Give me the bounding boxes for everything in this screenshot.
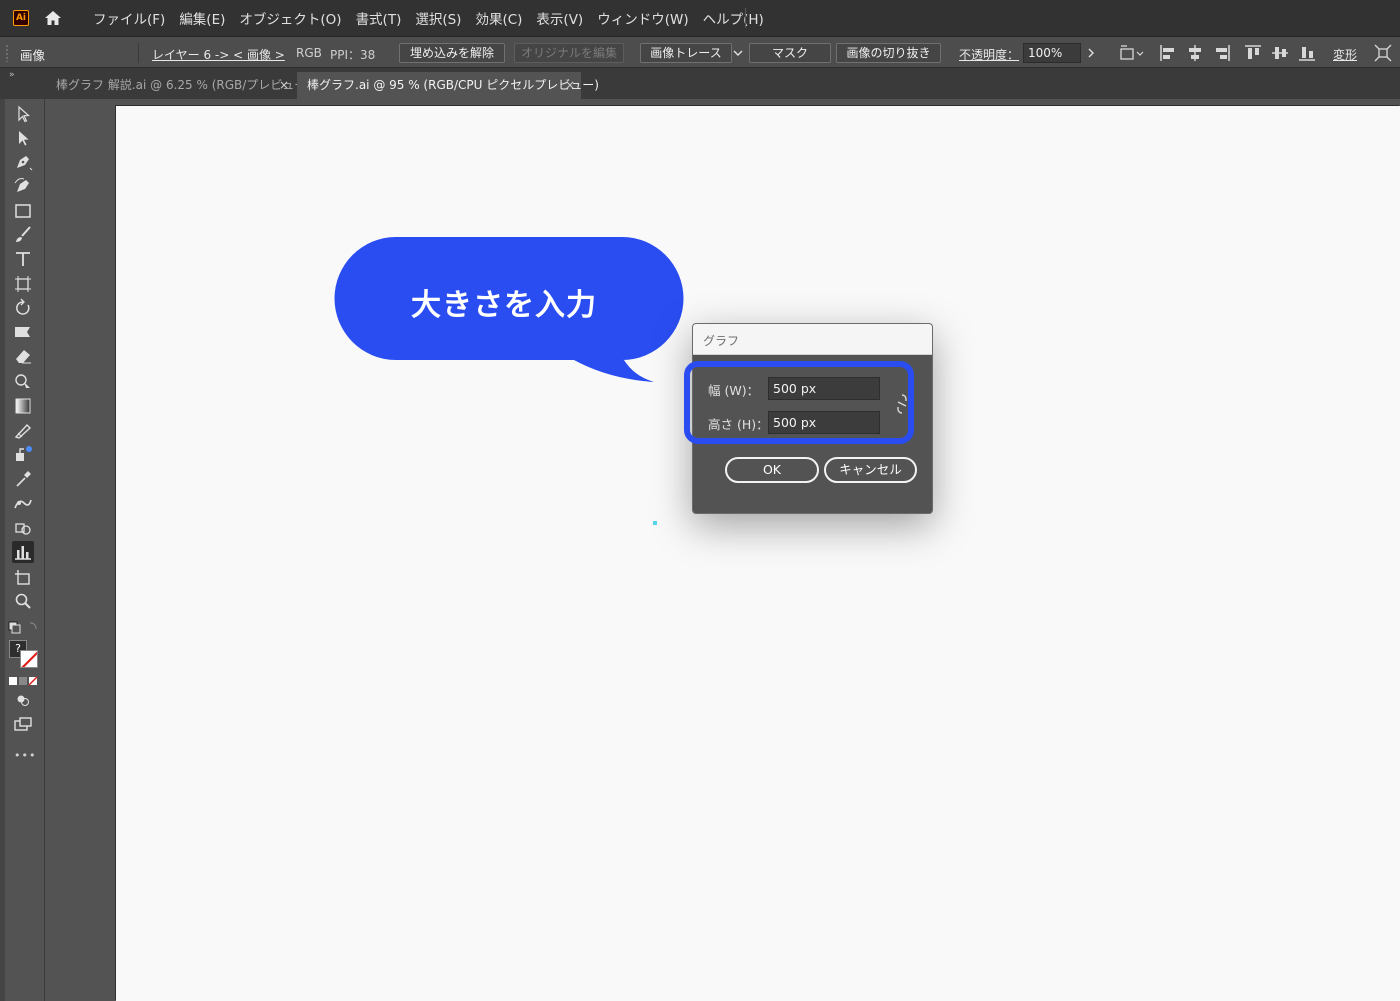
symbol-sprayer-tool-icon[interactable]: [12, 443, 34, 465]
color-mode-buttons[interactable]: [9, 675, 39, 686]
tools-panel: ? •••: [0, 99, 45, 1001]
direct-selection-tool-icon[interactable]: [12, 127, 34, 149]
align-bottom-icon[interactable]: [1298, 44, 1316, 62]
align-right-icon[interactable]: [1213, 44, 1231, 62]
align-left-icon[interactable]: [1159, 44, 1177, 62]
control-divider: [138, 43, 139, 63]
align-top-icon[interactable]: [1244, 44, 1262, 62]
dialog-title: グラフ: [703, 334, 740, 348]
rotate-tool-icon[interactable]: [12, 297, 34, 319]
close-icon[interactable]: ×: [565, 72, 575, 99]
close-icon[interactable]: ×: [279, 72, 289, 99]
image-trace-button[interactable]: 画像トレース: [640, 43, 732, 63]
fill-stroke-swatch[interactable]: ?: [9, 640, 39, 670]
menu-object[interactable]: オブジェクト(O): [239, 8, 341, 28]
selection-tool-icon[interactable]: [12, 103, 34, 125]
warp-tool-icon[interactable]: [12, 321, 34, 343]
menu-file[interactable]: ファイル(F): [93, 8, 165, 28]
puppet-warp-tool-icon[interactable]: [12, 492, 34, 514]
selection-type-label: 画像: [20, 48, 46, 63]
type-tool-icon[interactable]: [12, 248, 34, 270]
zoom-tool-icon[interactable]: [12, 590, 34, 612]
gradient-tool-icon[interactable]: [12, 395, 34, 417]
isolate-icon[interactable]: [1374, 44, 1392, 62]
dialog-titlebar[interactable]: グラフ: [693, 324, 932, 355]
document-tab-active[interactable]: 棒グラフ.ai @ 95 % (RGB/CPU ピクセルプレビュー) ×: [297, 72, 599, 99]
unembed-button[interactable]: 埋め込みを解除: [399, 43, 505, 63]
more-tools-icon[interactable]: •••: [14, 749, 36, 762]
screen-mode-icon[interactable]: [12, 713, 34, 735]
illustrator-logo-icon: Ai: [13, 10, 29, 26]
chevron-down-icon[interactable]: [733, 47, 743, 59]
menu-type[interactable]: 書式(T): [356, 8, 402, 28]
pen-tool-icon[interactable]: [12, 151, 34, 173]
menu-select[interactable]: 選択(S): [415, 8, 461, 28]
menu-effect[interactable]: 効果(C): [475, 8, 522, 28]
free-transform-tool-icon[interactable]: [12, 273, 34, 295]
stroke-swatch-none[interactable]: [20, 650, 38, 668]
align-horizontal-center-icon[interactable]: [1186, 44, 1204, 62]
menu-divider: [745, 8, 746, 28]
control-bar: 画像 レイヤー 6 -> < 画像 > RGB PPI：38 埋め込みを解除 オ…: [0, 36, 1400, 68]
opacity-label[interactable]: 不透明度：: [959, 46, 1019, 63]
shape-builder-tool-icon[interactable]: [12, 370, 34, 392]
eraser-tool-icon[interactable]: [12, 345, 34, 367]
ok-button[interactable]: OK: [725, 457, 819, 483]
blob-brush-tool-icon[interactable]: [12, 419, 34, 441]
document-tab-label: 棒グラフ.ai @ 95 % (RGB/CPU ピクセルプレビュー): [307, 78, 599, 92]
menu-bar: Ai ファイル(F) 編集(E) オブジェクト(O) 書式(T) 選択(S) 効…: [0, 0, 1400, 36]
callout-text: 大きさを入力: [411, 288, 597, 323]
menu-help[interactable]: ヘルプ(H): [703, 8, 764, 28]
rectangle-tool-icon[interactable]: [12, 200, 34, 222]
live-paint-tool-icon[interactable]: [12, 517, 34, 539]
graph-tool-icon[interactable]: [12, 541, 34, 563]
home-icon[interactable]: [43, 8, 63, 28]
opacity-input[interactable]: 100%: [1023, 43, 1081, 63]
artboard[interactable]: [116, 106, 1400, 1001]
draw-mode-icon[interactable]: [12, 689, 34, 711]
menu-view[interactable]: 表示(V): [536, 8, 583, 28]
ppi-label: PPI：38: [330, 48, 376, 62]
chevron-right-icon[interactable]: [1083, 43, 1099, 63]
edit-original-button[interactable]: オリジナルを編集: [514, 43, 624, 63]
main-menu: ファイル(F) 編集(E) オブジェクト(O) 書式(T) 選択(S) 効果(C…: [93, 0, 778, 36]
mask-button[interactable]: マスク: [749, 43, 831, 63]
layer-link[interactable]: レイヤー 6 -> < 画像 >: [152, 46, 285, 63]
document-tab-bar: » 棒グラフ 解説.ai @ 6.25 % (RGB/プレビュー) × 棒グラフ…: [0, 68, 1400, 99]
align-to-icon[interactable]: [1119, 44, 1145, 62]
paintbrush-tool-icon[interactable]: [12, 224, 34, 246]
tools-panel-strip: [0, 99, 5, 1001]
panel-grip[interactable]: [5, 44, 9, 62]
color-mode-label: RGB: [296, 46, 322, 60]
menu-window[interactable]: ウィンドウ(W): [597, 8, 688, 28]
transform-link[interactable]: 変形: [1333, 46, 1357, 63]
input-highlight-frame: [684, 361, 914, 444]
eyedropper-tool-icon[interactable]: [12, 468, 34, 490]
crop-image-button[interactable]: 画像の切り抜き: [836, 43, 941, 63]
collapse-panel-icon[interactable]: »: [9, 70, 14, 80]
menu-edit[interactable]: 編集(E): [179, 8, 225, 28]
align-vertical-center-icon[interactable]: [1271, 44, 1289, 62]
artboard-tool-icon[interactable]: [12, 566, 34, 588]
cancel-button[interactable]: キャンセル: [824, 457, 917, 483]
curvature-tool-icon[interactable]: [12, 175, 34, 197]
document-tab[interactable]: 棒グラフ 解説.ai @ 6.25 % (RGB/プレビュー) ×: [46, 72, 311, 99]
click-point-marker: [653, 521, 657, 525]
swap-fill-stroke-icon[interactable]: [8, 619, 40, 635]
document-tab-label: 棒グラフ 解説.ai @ 6.25 % (RGB/プレビュー): [56, 78, 311, 92]
